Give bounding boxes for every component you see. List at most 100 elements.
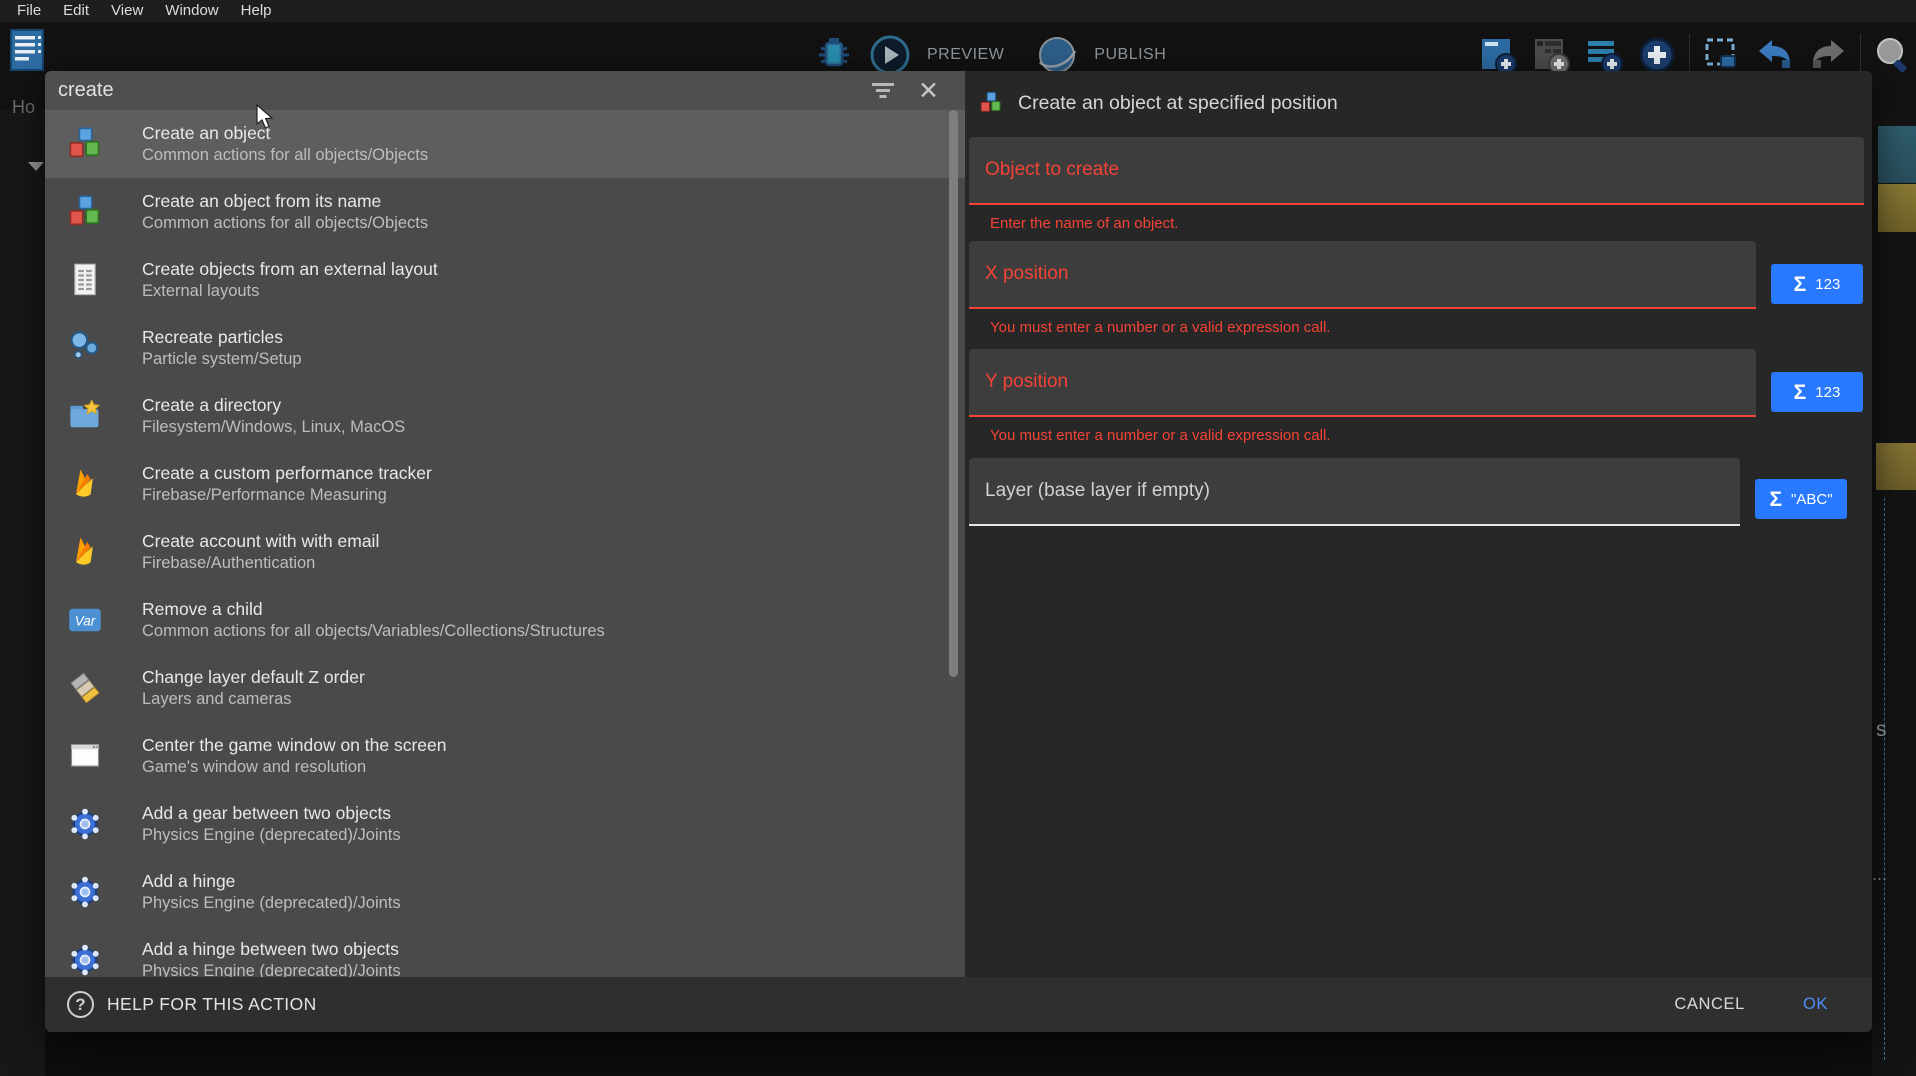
add-object-icon[interactable]	[1477, 34, 1519, 76]
list-scrollbar[interactable]	[949, 110, 958, 677]
close-icon[interactable]: ✕	[918, 81, 939, 101]
action-title: Remove a child	[142, 599, 605, 619]
expression-editor-button[interactable]: Σ 123	[1771, 372, 1863, 412]
action-category: Filesystem/Windows, Linux, MacOS	[142, 418, 405, 437]
action-title: Change layer default Z order	[142, 667, 365, 687]
help-for-action-button[interactable]: ? HELP FOR THIS ACTION	[67, 991, 317, 1018]
action-category: Physics Engine (deprecated)/Joints	[142, 826, 401, 845]
action-title: Add a hinge	[142, 871, 401, 891]
action-list-item[interactable]: Add a gear between two objects Physics E…	[45, 790, 965, 858]
expression-editor-button[interactable]: Σ "ABC"	[1755, 479, 1847, 519]
action-category: Physics Engine (deprecated)/Joints	[142, 894, 401, 913]
action-list-item[interactable]: Center the game window on the screen Gam…	[45, 722, 965, 790]
sigma-icon: Σ	[1769, 489, 1782, 510]
particles-icon	[67, 330, 103, 366]
action-category: Game's window and resolution	[142, 758, 446, 777]
text-field[interactable]: X position	[969, 241, 1756, 309]
preview-button[interactable]: PREVIEW	[927, 46, 1004, 64]
undo-icon[interactable]	[1754, 34, 1796, 76]
expression-editor-button[interactable]: Σ 123	[1771, 264, 1863, 304]
action-category: Common actions for all objects/Objects	[142, 214, 428, 233]
preview-play-icon[interactable]	[869, 34, 911, 76]
dialog-footer: ? HELP FOR THIS ACTION CANCEL OK	[45, 977, 1872, 1032]
action-list-item[interactable]: Create an object from its name Common ac…	[45, 178, 965, 246]
action-category: Common actions for all objects/Variables…	[142, 622, 605, 641]
action-title: Create a custom performance tracker	[142, 463, 432, 483]
text-field[interactable]: Layer (base layer if empty)	[969, 458, 1740, 526]
add-comment-icon[interactable]	[1530, 34, 1572, 76]
action-list-item[interactable]: Create a custom performance tracker Fire…	[45, 450, 965, 518]
help-question-icon: ?	[67, 991, 94, 1018]
action-config-pane: Create an object at specified position O…	[965, 71, 1872, 977]
search-input[interactable]: create	[45, 79, 872, 102]
background-dashed-guide	[1884, 498, 1885, 1060]
ok-button[interactable]: OK	[1797, 994, 1834, 1015]
action-category: Layers and cameras	[142, 690, 365, 709]
field-error-text: You must enter a number or a valid expre…	[990, 427, 1864, 445]
menu-window[interactable]: Window	[154, 0, 229, 22]
panel-title: Create an object at specified position	[1018, 92, 1338, 115]
action-list-item[interactable]: Remove a child Common actions for all ob…	[45, 586, 965, 654]
debug-bug-icon[interactable]	[813, 34, 855, 76]
text-field[interactable]: Object to create	[969, 137, 1864, 205]
background-right-strip: s d...	[1872, 110, 1916, 1076]
menu-edit[interactable]: Edit	[52, 0, 100, 22]
background-left-strip	[0, 110, 45, 1076]
add-icon[interactable]	[1636, 34, 1678, 76]
firebase-flame-icon	[67, 466, 103, 502]
layers-icon	[67, 670, 103, 706]
background-gold-block	[1878, 184, 1916, 232]
add-event-icon[interactable]	[1583, 34, 1625, 76]
search-magnifier-icon[interactable]	[1872, 34, 1914, 76]
toolbar-divider	[1860, 34, 1861, 76]
action-title: Center the game window on the screen	[142, 735, 446, 755]
firebase-flame-icon	[67, 534, 103, 570]
action-title: Create account with with email	[142, 531, 379, 551]
action-list-item[interactable]: Create account with with email Firebase/…	[45, 518, 965, 586]
project-manager-icon[interactable]	[8, 28, 46, 72]
menu-help[interactable]: Help	[230, 0, 283, 22]
action-category: Common actions for all objects/Objects	[142, 146, 428, 165]
filter-icon[interactable]	[872, 83, 894, 99]
menu-file[interactable]: File	[6, 0, 52, 22]
text-field[interactable]: Y position	[969, 349, 1756, 417]
objects-cubes-icon	[67, 194, 103, 230]
publish-button[interactable]: PUBLISH	[1094, 46, 1166, 64]
action-title: Create objects from an external layout	[142, 259, 438, 279]
background-text-fragment: s	[1876, 718, 1887, 742]
field-label: Y position	[985, 371, 1068, 393]
chevron-down-icon[interactable]	[28, 162, 44, 171]
action-title: Recreate particles	[142, 327, 302, 347]
field-label: X position	[985, 263, 1068, 285]
action-title: Create an object from its name	[142, 191, 428, 211]
action-title: Create a directory	[142, 395, 405, 415]
sigma-icon: Σ	[1794, 382, 1807, 403]
field-error-text: Enter the name of an object.	[990, 215, 1864, 233]
external-layout-icon	[67, 262, 103, 298]
cancel-button[interactable]: CANCEL	[1668, 994, 1751, 1015]
action-list-item[interactable]: Change layer default Z order Layers and …	[45, 654, 965, 722]
mouse-cursor	[255, 104, 277, 130]
search-header: create ✕	[45, 71, 965, 110]
action-list-item[interactable]: Create an object Common actions for all …	[45, 110, 965, 178]
variable-badge-icon	[67, 602, 103, 638]
select-marquee-icon[interactable]	[1701, 34, 1743, 76]
instruction-editor-dialog: create ✕ Create an object Common actions…	[45, 71, 1872, 1032]
action-list-item[interactable]: Recreate particles Particle system/Setup	[45, 314, 965, 382]
game-window-icon	[67, 738, 103, 774]
menu-bar: File Edit View Window Help	[0, 0, 1916, 22]
toolbar-divider	[1689, 34, 1690, 76]
objects-cubes-icon	[977, 91, 1005, 115]
action-list-item[interactable]: Create objects from an external layout E…	[45, 246, 965, 314]
action-list-item[interactable]: Add a hinge between two objects Physics …	[45, 926, 965, 977]
action-list-item[interactable]: Add a hinge Physics Engine (deprecated)/…	[45, 858, 965, 926]
home-tab-fragment: Ho	[12, 97, 35, 118]
menu-view[interactable]: View	[100, 0, 154, 22]
folder-star-icon	[67, 398, 103, 434]
background-gold-block	[1876, 443, 1916, 490]
background-teal-block	[1878, 126, 1916, 183]
action-list-item[interactable]: Create a directory Filesystem/Windows, L…	[45, 382, 965, 450]
action-title: Create an object	[142, 123, 428, 143]
redo-icon[interactable]	[1807, 34, 1849, 76]
publish-globe-icon[interactable]	[1036, 34, 1078, 76]
